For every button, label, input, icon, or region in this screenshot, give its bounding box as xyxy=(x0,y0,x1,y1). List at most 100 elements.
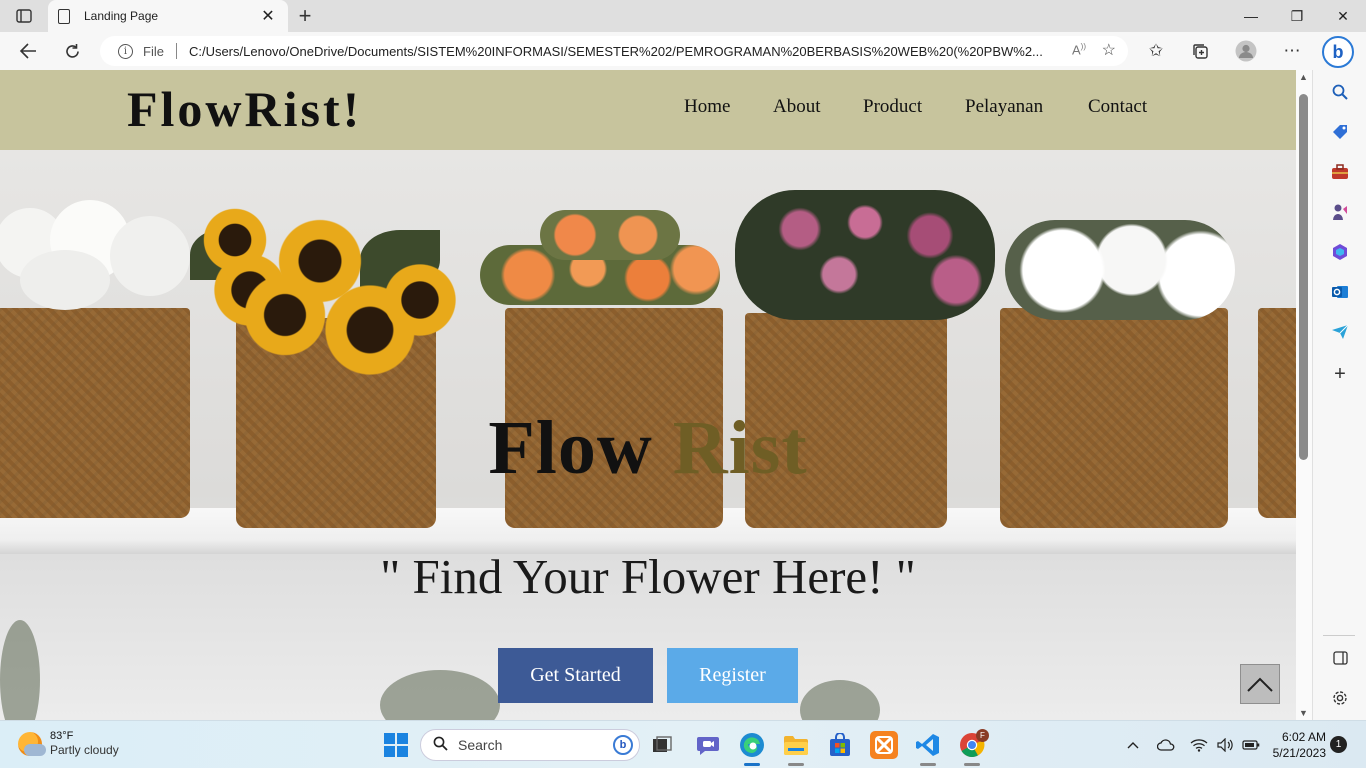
taskbar-search[interactable]: Search b xyxy=(420,729,640,761)
maximize-button[interactable]: ❐ xyxy=(1274,0,1320,32)
edge-sidebar: + xyxy=(1312,70,1366,720)
scroll-down-icon[interactable]: ▼ xyxy=(1299,708,1308,718)
add-sidebar-app-icon[interactable]: + xyxy=(1330,363,1350,385)
edge-active-indicator xyxy=(744,763,760,766)
windows-taskbar: 83°F Partly cloudy Search b F 6:02 AM 5/… xyxy=(0,720,1366,768)
favorites-icon: ✩ xyxy=(1148,41,1164,60)
white-flowers xyxy=(1005,220,1235,320)
weather-widget[interactable]: 83°F Partly cloudy xyxy=(18,729,119,758)
hero-tagline: " Find Your Flower Here! " xyxy=(380,549,916,604)
xampp-icon xyxy=(875,736,893,754)
new-tab-button[interactable]: + xyxy=(292,3,318,29)
scroll-up-icon[interactable]: ▲ xyxy=(1299,72,1308,82)
vscode-icon xyxy=(916,734,939,756)
volume-icon[interactable] xyxy=(1215,735,1235,755)
file-explorer-app[interactable] xyxy=(782,731,810,759)
refresh-button[interactable] xyxy=(58,37,86,65)
nav-about[interactable]: About xyxy=(773,96,821,118)
system-clock[interactable]: 6:02 AM 5/21/2023 xyxy=(1262,729,1326,761)
tools-briefcase-icon[interactable] xyxy=(1330,162,1350,182)
edge-icon xyxy=(740,733,764,757)
microsoft-365-icon[interactable] xyxy=(1330,242,1350,262)
white-flower xyxy=(110,216,190,296)
nav-product[interactable]: Product xyxy=(863,96,922,118)
shopping-tag-icon[interactable] xyxy=(1330,122,1350,142)
pink-flowers xyxy=(735,190,995,320)
hero-title-main: Flow xyxy=(488,406,673,490)
teams-chat-button[interactable] xyxy=(694,731,722,759)
search-placeholder: Search xyxy=(458,737,503,753)
nav-pelayanan[interactable]: Pelayanan xyxy=(965,96,1043,118)
notification-badge[interactable]: 1 xyxy=(1330,736,1347,753)
back-button[interactable] xyxy=(14,37,42,65)
chat-icon xyxy=(697,737,719,755)
games-icon[interactable] xyxy=(1330,202,1350,222)
site-logo[interactable]: FlowRist! xyxy=(127,80,362,138)
sunflower xyxy=(240,270,330,360)
scroll-thumb[interactable] xyxy=(1299,94,1308,460)
partly-cloudy-icon xyxy=(18,731,46,756)
get-started-button[interactable]: Get Started xyxy=(498,648,653,703)
tab-actions-icon xyxy=(16,9,32,23)
tab-actions-button[interactable] xyxy=(8,4,40,28)
windows-logo-tile xyxy=(397,733,408,744)
file-scheme-label: File xyxy=(143,43,164,59)
minimize-button[interactable]: — xyxy=(1228,0,1274,32)
folder-icon xyxy=(784,736,808,755)
collections-icon xyxy=(1192,43,1208,59)
microsoft-store-app[interactable] xyxy=(826,731,854,759)
edge-taskbar-app[interactable] xyxy=(738,731,766,759)
windows-logo-tile xyxy=(397,746,408,757)
site-info-icon[interactable]: i xyxy=(118,43,133,59)
page-scrollbar[interactable]: ▲ ▼ xyxy=(1296,70,1312,720)
chevron-up-icon[interactable] xyxy=(1123,735,1143,755)
hide-sidebar-icon[interactable] xyxy=(1330,648,1350,668)
hero-section: Flow Rist " Find Your Flower Here! " Get… xyxy=(0,150,1296,720)
white-flower xyxy=(20,250,110,310)
sidebar-divider xyxy=(1323,635,1355,636)
windows-logo-tile xyxy=(384,746,395,757)
address-bar[interactable]: i File C:/Users/Lenovo/OneDrive/Document… xyxy=(100,36,1128,66)
sidebar-settings-gear-icon[interactable] xyxy=(1330,688,1350,708)
register-button[interactable]: Register xyxy=(667,648,798,703)
profile-button[interactable] xyxy=(1232,37,1260,65)
settings-more-button[interactable]: ⋯ xyxy=(1278,37,1306,65)
drop-send-icon[interactable] xyxy=(1330,322,1350,342)
orange-flowers xyxy=(540,210,680,260)
windows-logo-tile xyxy=(384,733,395,744)
task-view-button[interactable] xyxy=(648,731,676,759)
profile-avatar-icon xyxy=(1235,40,1257,62)
chrome-profile-badge: F xyxy=(976,729,989,742)
bing-chat-button[interactable]: b xyxy=(1322,36,1354,68)
url-text[interactable]: C:/Users/Lenovo/OneDrive/Documents/SISTE… xyxy=(189,44,1053,59)
xampp-app[interactable] xyxy=(870,731,898,759)
search-icon xyxy=(433,736,448,755)
favorites-button[interactable]: ✩ xyxy=(1142,37,1170,65)
start-button[interactable] xyxy=(384,733,408,757)
read-aloud-icon[interactable]: A)) xyxy=(1072,42,1086,57)
tab-landing-page[interactable]: Landing Page ✕ xyxy=(48,0,288,32)
tab-bar: Landing Page ✕ + — ❐ ✕ xyxy=(0,0,1366,32)
clock-time: 6:02 AM xyxy=(1281,730,1326,744)
onedrive-cloud-icon[interactable] xyxy=(1156,735,1176,755)
weather-temperature: 83°F xyxy=(50,730,74,742)
wifi-icon[interactable] xyxy=(1189,735,1209,755)
tab-close-icon[interactable]: ✕ xyxy=(258,6,278,26)
vscode-app[interactable] xyxy=(914,731,942,759)
browser-toolbar: i File C:/Users/Lenovo/OneDrive/Document… xyxy=(0,32,1366,70)
back-to-top-button[interactable] xyxy=(1240,664,1280,704)
add-favorite-icon[interactable]: ☆ xyxy=(1102,40,1116,60)
store-icon xyxy=(830,733,850,756)
clock-date: 5/21/2023 xyxy=(1272,746,1326,760)
vscode-running-indicator xyxy=(920,763,936,766)
outlook-icon[interactable] xyxy=(1330,282,1350,302)
page-icon xyxy=(58,8,70,24)
explorer-running-indicator xyxy=(788,763,804,766)
close-window-button[interactable]: ✕ xyxy=(1320,0,1366,32)
nav-contact[interactable]: Contact xyxy=(1088,96,1147,118)
collections-button[interactable] xyxy=(1186,37,1214,65)
battery-icon[interactable] xyxy=(1241,735,1261,755)
hero-title: Flow Rist xyxy=(0,405,1296,492)
search-icon[interactable] xyxy=(1330,82,1350,102)
nav-home[interactable]: Home xyxy=(684,96,730,118)
